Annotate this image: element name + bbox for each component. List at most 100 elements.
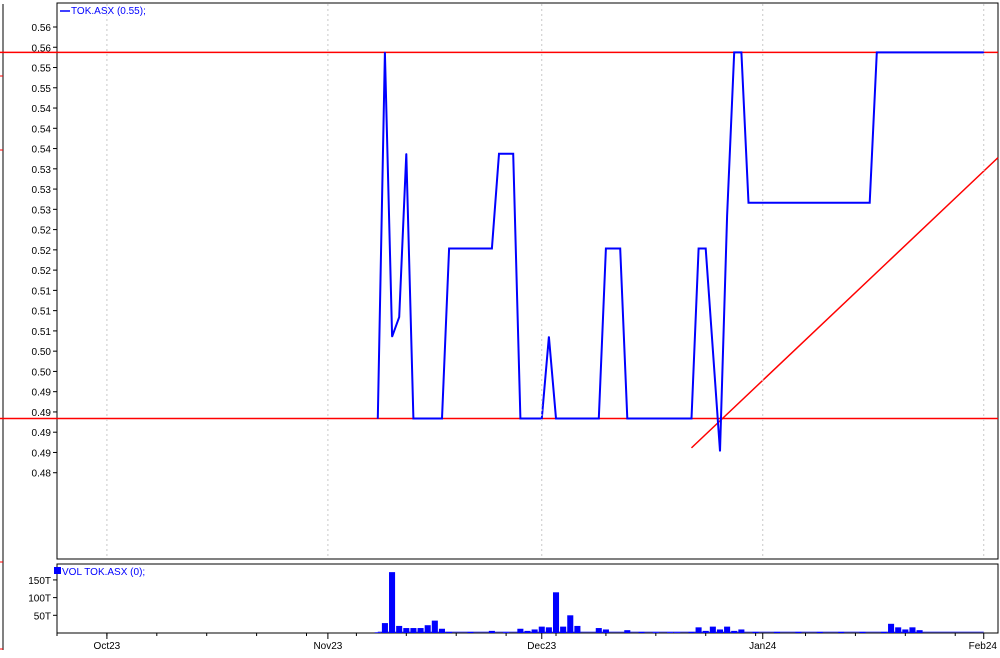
price-point	[384, 51, 386, 53]
chart-root: 0.56 0.56 0.55 0.55 0.54 0.54 0.54 0.53 0.53 0.53…	[0, 0, 1000, 653]
volume-bar	[602, 629, 609, 633]
price-point	[555, 417, 557, 420]
price-point	[733, 51, 735, 53]
y-tick-label: 0.50	[32, 367, 52, 378]
volume-bar	[374, 632, 381, 633]
volume-bar	[567, 615, 574, 633]
x-tick-label: Dec23	[527, 641, 556, 652]
y-tick-label: 0.53	[32, 185, 52, 196]
price-point	[619, 247, 621, 250]
volume-bar	[888, 623, 895, 633]
y-tick-label: 0.49	[32, 428, 52, 439]
volume-bar	[638, 631, 645, 633]
x-tick-label: Oct23	[94, 641, 121, 652]
volume-bar	[709, 626, 716, 633]
price-volume-chart: 0.560.560.550.550.540.540.540.530.530.53…	[0, 2, 999, 652]
price-point	[626, 417, 628, 420]
y-tick-label: 0.51	[32, 307, 52, 318]
y-tick-label: 0.50	[32, 347, 52, 358]
volume-bar	[738, 629, 745, 633]
volume-bar	[417, 628, 424, 633]
volume-bar	[902, 629, 909, 633]
price-point	[398, 316, 400, 318]
price-point	[491, 247, 493, 250]
price-series-line	[376, 51, 984, 452]
volume-bar	[752, 631, 759, 633]
price-panel: 0.560.560.550.550.540.540.540.530.530.53…	[0, 6, 999, 480]
volume-bar	[396, 625, 403, 633]
y-tick-label: 0.55	[32, 64, 52, 75]
volume-legend-label: VOL TOK.ASX (0);	[62, 567, 145, 578]
volume-bar	[538, 626, 545, 633]
volume-bar	[381, 623, 388, 633]
y-tick-label: 0.53	[32, 205, 52, 216]
price-point	[498, 153, 500, 155]
volume-panel: 150T 100T 50T VOL TOK.ASX (0);	[28, 567, 984, 633]
volume-bar	[524, 630, 531, 633]
price-point	[448, 247, 450, 250]
vol-y-tick-label: 100T	[28, 594, 51, 605]
y-tick-label: 0.49	[32, 408, 52, 419]
volume-panel-border	[56, 563, 999, 634]
volume-bar	[595, 628, 602, 633]
volume-bar	[688, 631, 695, 633]
price-point	[690, 417, 693, 420]
price-point	[598, 417, 600, 420]
volume-bar	[531, 629, 538, 633]
vol-y-tick-label: 150T	[28, 576, 51, 587]
volume-bar	[545, 627, 552, 633]
volume-bar	[880, 631, 887, 633]
price-legend-label: TOK.ASX (0.55);	[71, 6, 146, 17]
volume-bar	[773, 631, 781, 633]
price-point	[876, 51, 878, 53]
volume-bar	[410, 628, 417, 633]
y-tick-label: 0.51	[32, 327, 52, 338]
volume-bar	[731, 630, 738, 633]
y-tick-label: 0.48	[32, 469, 52, 480]
volume-bar	[652, 632, 659, 633]
volume-bar	[403, 628, 410, 633]
y-tick-label: 0.56	[32, 23, 52, 34]
price-point	[747, 202, 750, 204]
price-point	[605, 247, 607, 250]
volume-bar	[574, 625, 581, 633]
volume-bar	[674, 632, 681, 633]
price-panel-border	[56, 2, 999, 560]
price-point	[726, 215, 728, 217]
volume-bar	[909, 627, 916, 633]
vol-y-tick-label: 50T	[34, 611, 51, 622]
volume-bar	[488, 630, 495, 633]
price-point	[541, 417, 543, 420]
price-point	[412, 417, 415, 420]
y-tick-label: 0.49	[32, 448, 52, 459]
x-tick-label: Feb24	[969, 641, 998, 652]
volume-bar	[503, 632, 510, 633]
volume-bar	[467, 631, 474, 633]
volume-bar	[431, 620, 438, 633]
x-tick-label: Nov23	[313, 641, 342, 652]
y-tick-label: 0.54	[32, 145, 52, 156]
volume-bar	[795, 631, 802, 633]
volume-bar	[916, 630, 923, 633]
price-point	[548, 336, 550, 338]
y-tick-label: 0.54	[32, 104, 52, 115]
price-point	[705, 247, 707, 250]
price-point	[405, 153, 407, 155]
y-tick-label: 0.53	[32, 165, 52, 176]
volume-bar	[424, 625, 431, 633]
price-point	[377, 417, 379, 420]
x-tick-label: Jan24	[749, 641, 777, 652]
volume-bar	[517, 628, 524, 633]
volume-bar	[859, 631, 866, 633]
volume-bar	[895, 627, 902, 633]
volume-bar	[667, 632, 674, 633]
chart-frame	[0, 2, 999, 650]
volume-bar	[716, 629, 724, 633]
y-tick-label: 0.52	[32, 266, 52, 277]
volume-bar	[702, 630, 709, 633]
price-point	[869, 202, 871, 204]
price-point	[441, 417, 443, 420]
price-point	[512, 153, 514, 155]
volume-bar	[624, 630, 631, 633]
y-tick-label: 0.55	[32, 84, 52, 95]
